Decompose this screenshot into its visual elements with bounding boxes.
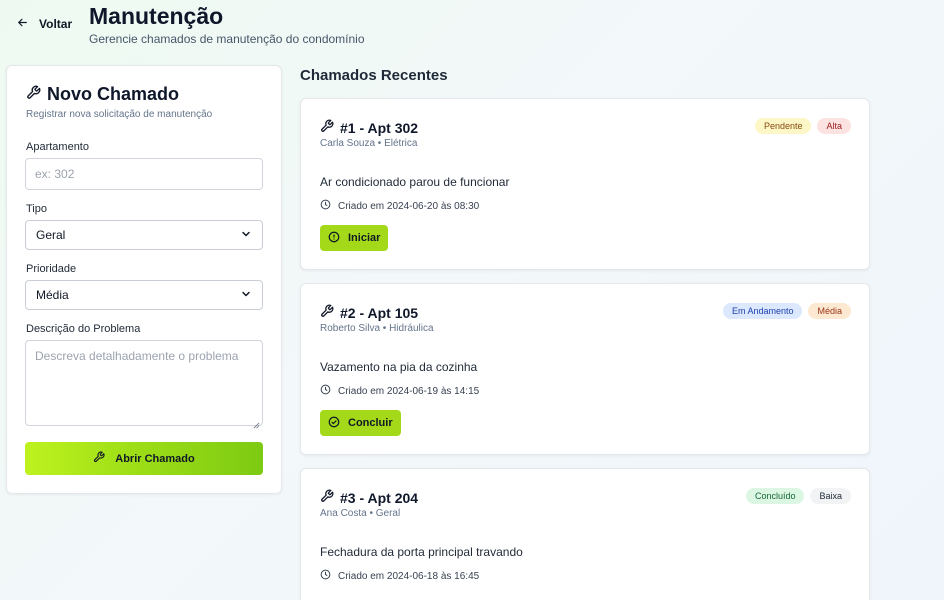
type-select[interactable]: Geral — [25, 220, 263, 250]
clock-icon — [320, 384, 331, 398]
page-subtitle: Gerencie chamados de manutenção do condo… — [89, 32, 365, 46]
ticket-created: Criado em 2024-06-20 às 08:30 — [320, 199, 479, 213]
start-button[interactable]: Iniciar — [320, 225, 389, 251]
ticket-created: Criado em 2024-06-19 às 14:15 — [320, 384, 479, 398]
clock-icon — [320, 199, 331, 213]
description-label: Descrição do Problema — [26, 323, 141, 335]
description-textarea[interactable] — [25, 340, 263, 426]
ticket-title: #1 - Apt 302 — [320, 119, 418, 136]
ticket-badges: Em Andamento Média — [722, 303, 851, 319]
status-badge: Concluído — [745, 488, 805, 504]
ticket-created-text: Criado em 2024-06-18 às 16:45 — [338, 570, 480, 582]
ticket-created-text: Criado em 2024-06-20 às 08:30 — [338, 200, 480, 212]
priority-badge: Média — [808, 303, 851, 319]
apartment-input[interactable] — [25, 158, 263, 190]
ticket-title-text: #1 - Apt 302 — [340, 119, 419, 136]
complete-button[interactable]: Concluir — [320, 410, 401, 436]
back-button[interactable]: Voltar — [10, 12, 78, 36]
form-title: Novo Chamado — [26, 84, 179, 105]
ticket-meta: Roberto Silva • Hidráulica — [320, 323, 434, 334]
check-circle-icon — [328, 416, 340, 431]
wrench-icon — [26, 84, 41, 105]
ticket-title-text: #2 - Apt 105 — [340, 304, 419, 321]
type-label: Tipo — [26, 203, 47, 215]
priority-badge: Baixa — [810, 488, 851, 504]
priority-label: Prioridade — [26, 263, 77, 275]
ticket-title-text: #3 - Apt 204 — [340, 489, 419, 506]
form-subtitle: Registrar nova solicitação de manutenção — [26, 109, 213, 120]
apartment-label: Apartamento — [26, 141, 89, 153]
ticket-description: Ar condicionado parou de funcionar — [320, 175, 510, 189]
ticket-badges: Pendente Alta — [754, 118, 851, 134]
chevron-down-icon — [240, 288, 252, 303]
page-title: Manutenção — [89, 3, 224, 29]
open-ticket-label: Abrir Chamado — [115, 452, 195, 465]
arrow-left-icon — [16, 16, 29, 32]
ticket-title: #2 - Apt 105 — [320, 304, 418, 321]
ticket-card: #3 - Apt 204 Ana Costa • Geral Concluído… — [300, 468, 870, 600]
section-title: Chamados Recentes — [300, 67, 448, 84]
ticket-description: Fechadura da porta principal travando — [320, 545, 523, 559]
ticket-meta: Ana Costa • Geral — [320, 508, 401, 519]
wrench-icon — [320, 119, 334, 136]
ticket-title: #3 - Apt 204 — [320, 489, 418, 506]
ticket-created: Criado em 2024-06-18 às 16:45 — [320, 569, 479, 583]
ticket-meta: Carla Souza • Elétrica — [320, 138, 418, 149]
alert-circle-icon — [328, 231, 340, 246]
start-button-label: Iniciar — [348, 232, 381, 244]
chevron-down-icon — [240, 228, 252, 243]
ticket-created-text: Criado em 2024-06-19 às 14:15 — [338, 385, 480, 397]
ticket-badges: Concluído Baixa — [745, 488, 851, 504]
ticket-card: #1 - Apt 302 Carla Souza • Elétrica Pend… — [300, 98, 870, 270]
new-ticket-form: Novo Chamado Registrar nova solicitação … — [6, 65, 282, 494]
page-header: Voltar Manutenção Gerencie chamados de m… — [0, 0, 944, 60]
wrench-icon — [93, 451, 105, 466]
type-select-value: Geral — [36, 228, 66, 242]
priority-badge: Alta — [817, 118, 851, 134]
description-wrapper — [25, 340, 263, 429]
clock-icon — [320, 569, 331, 583]
back-label: Voltar — [39, 17, 73, 31]
ticket-description: Vazamento na pia da cozinha — [320, 360, 478, 374]
wrench-icon — [320, 304, 334, 321]
priority-select[interactable]: Média — [25, 280, 263, 310]
priority-select-value: Média — [36, 288, 69, 302]
open-ticket-button[interactable]: Abrir Chamado — [25, 442, 263, 475]
wrench-icon — [320, 489, 334, 506]
ticket-card: #2 - Apt 105 Roberto Silva • Hidráulica … — [300, 283, 870, 455]
status-badge: Em Andamento — [722, 303, 803, 319]
form-title-text: Novo Chamado — [47, 84, 180, 104]
complete-button-label: Concluir — [348, 417, 393, 429]
status-badge: Pendente — [754, 118, 812, 134]
resize-handle-icon[interactable] — [253, 416, 260, 429]
